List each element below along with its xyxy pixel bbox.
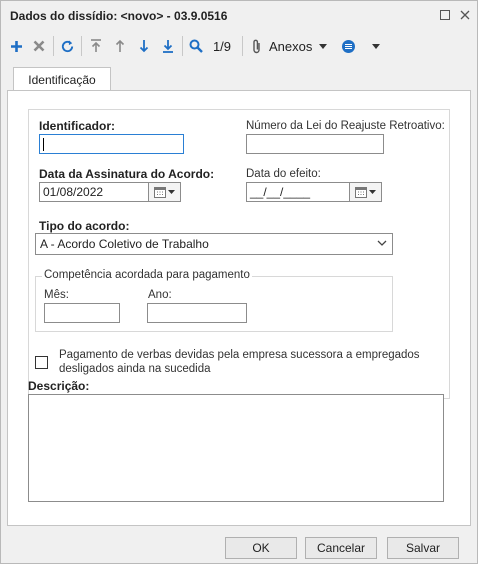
content-area: Identificação Identificador: Número da L… xyxy=(7,65,471,527)
paperclip-icon xyxy=(253,39,260,53)
delete-icon xyxy=(33,40,45,52)
tab-panel: Identificador: Número da Lei do Reajuste… xyxy=(7,90,471,526)
competencia-fieldset: Competência acordada para pagamento Mês:… xyxy=(35,269,393,332)
record-counter: 1/9 xyxy=(209,35,235,57)
data-assinatura-calendar-button[interactable] xyxy=(149,182,181,202)
descricao-textarea[interactable] xyxy=(28,394,444,502)
arrow-down-icon xyxy=(139,40,149,53)
calendar-icon xyxy=(355,186,367,198)
identificador-input[interactable] xyxy=(39,134,184,154)
data-efeito-calendar-button[interactable] xyxy=(350,182,382,202)
ok-button[interactable]: OK xyxy=(225,537,297,559)
save-button[interactable]: Salvar xyxy=(387,537,459,559)
search-icon xyxy=(189,39,203,53)
last-record-button[interactable] xyxy=(159,35,177,57)
next-record-button[interactable] xyxy=(135,35,153,57)
descricao-label: Descrição: xyxy=(28,379,90,393)
maximize-button[interactable] xyxy=(437,7,453,23)
tipo-acordo-select[interactable]: A - Acordo Coletivo de Trabalho xyxy=(35,233,393,255)
close-button[interactable] xyxy=(457,7,473,23)
numero-lei-label: Número da Lei do Reajuste Retroativo: xyxy=(246,120,445,132)
data-efeito-input[interactable]: __/__/____ xyxy=(246,182,350,202)
toolbar-separator xyxy=(182,36,183,56)
toolbar-separator xyxy=(53,36,54,56)
calendar-icon xyxy=(154,186,166,198)
last-icon xyxy=(163,40,173,53)
pagamento-verbas-checkbox[interactable] xyxy=(35,356,48,369)
first-icon xyxy=(91,39,101,52)
previous-record-button[interactable] xyxy=(111,35,129,57)
tipo-acordo-label: Tipo do acordo: xyxy=(39,219,130,233)
dropdown-arrow-icon xyxy=(369,190,376,194)
dissidio-dialog: Dados do dissídio: <novo> - 03.9.0516 1/… xyxy=(0,0,478,564)
text-caret xyxy=(43,138,44,151)
record-counter-text: 1/9 xyxy=(212,38,232,54)
toolbar-separator xyxy=(81,36,82,56)
window-title: Dados do dissídio: <novo> - 03.9.0516 xyxy=(10,9,228,23)
data-assinatura-input[interactable]: 01/08/2022 xyxy=(39,182,149,202)
close-icon xyxy=(460,10,470,20)
title-bar: Dados do dissídio: <novo> - 03.9.0516 xyxy=(1,1,477,31)
square-icon xyxy=(440,10,450,20)
attachments-button[interactable]: Anexos xyxy=(251,35,333,57)
tab-identificacao[interactable]: Identificação xyxy=(13,67,111,91)
ano-input[interactable] xyxy=(147,303,247,323)
plus-icon xyxy=(10,40,22,52)
mes-input[interactable] xyxy=(44,303,120,323)
first-record-button[interactable] xyxy=(87,35,105,57)
data-assinatura-label: Data da Assinatura do Acordo: xyxy=(39,167,215,181)
toolbar-separator xyxy=(242,36,243,56)
search-button[interactable] xyxy=(187,35,205,57)
dropdown-arrow-icon xyxy=(168,190,175,194)
competencia-legend: Competência acordada para pagamento xyxy=(42,269,252,281)
toolbar: 1/9 Anexos xyxy=(1,31,477,61)
pagamento-verbas-label-line1: Pagamento de verbas devidas pela empresa… xyxy=(59,349,420,361)
dropdown-arrow-icon xyxy=(372,43,380,49)
refresh-button[interactable] xyxy=(57,35,77,57)
delete-button[interactable] xyxy=(30,35,48,57)
mes-label: Mês: xyxy=(44,289,69,301)
identificador-label: Identificador: xyxy=(39,119,116,133)
arrow-up-icon xyxy=(115,39,125,52)
add-button[interactable] xyxy=(7,35,25,57)
cancel-button[interactable]: Cancelar xyxy=(305,537,377,559)
form-group: Identificador: Número da Lei do Reajuste… xyxy=(28,109,450,399)
pagamento-verbas-label-line2: desligados ainda na sucedida xyxy=(59,363,211,375)
chevron-down-icon xyxy=(377,240,387,246)
menu-circle-icon xyxy=(342,39,355,53)
dropdown-arrow-icon xyxy=(319,43,328,49)
options-button[interactable] xyxy=(341,35,383,57)
tipo-acordo-value: A - Acordo Coletivo de Trabalho xyxy=(40,237,209,251)
attachments-label: Anexos xyxy=(269,38,313,54)
refresh-icon xyxy=(61,39,73,52)
numero-lei-input[interactable] xyxy=(246,134,384,154)
ano-label: Ano: xyxy=(148,289,172,301)
data-efeito-label: Data do efeito: xyxy=(246,168,321,180)
